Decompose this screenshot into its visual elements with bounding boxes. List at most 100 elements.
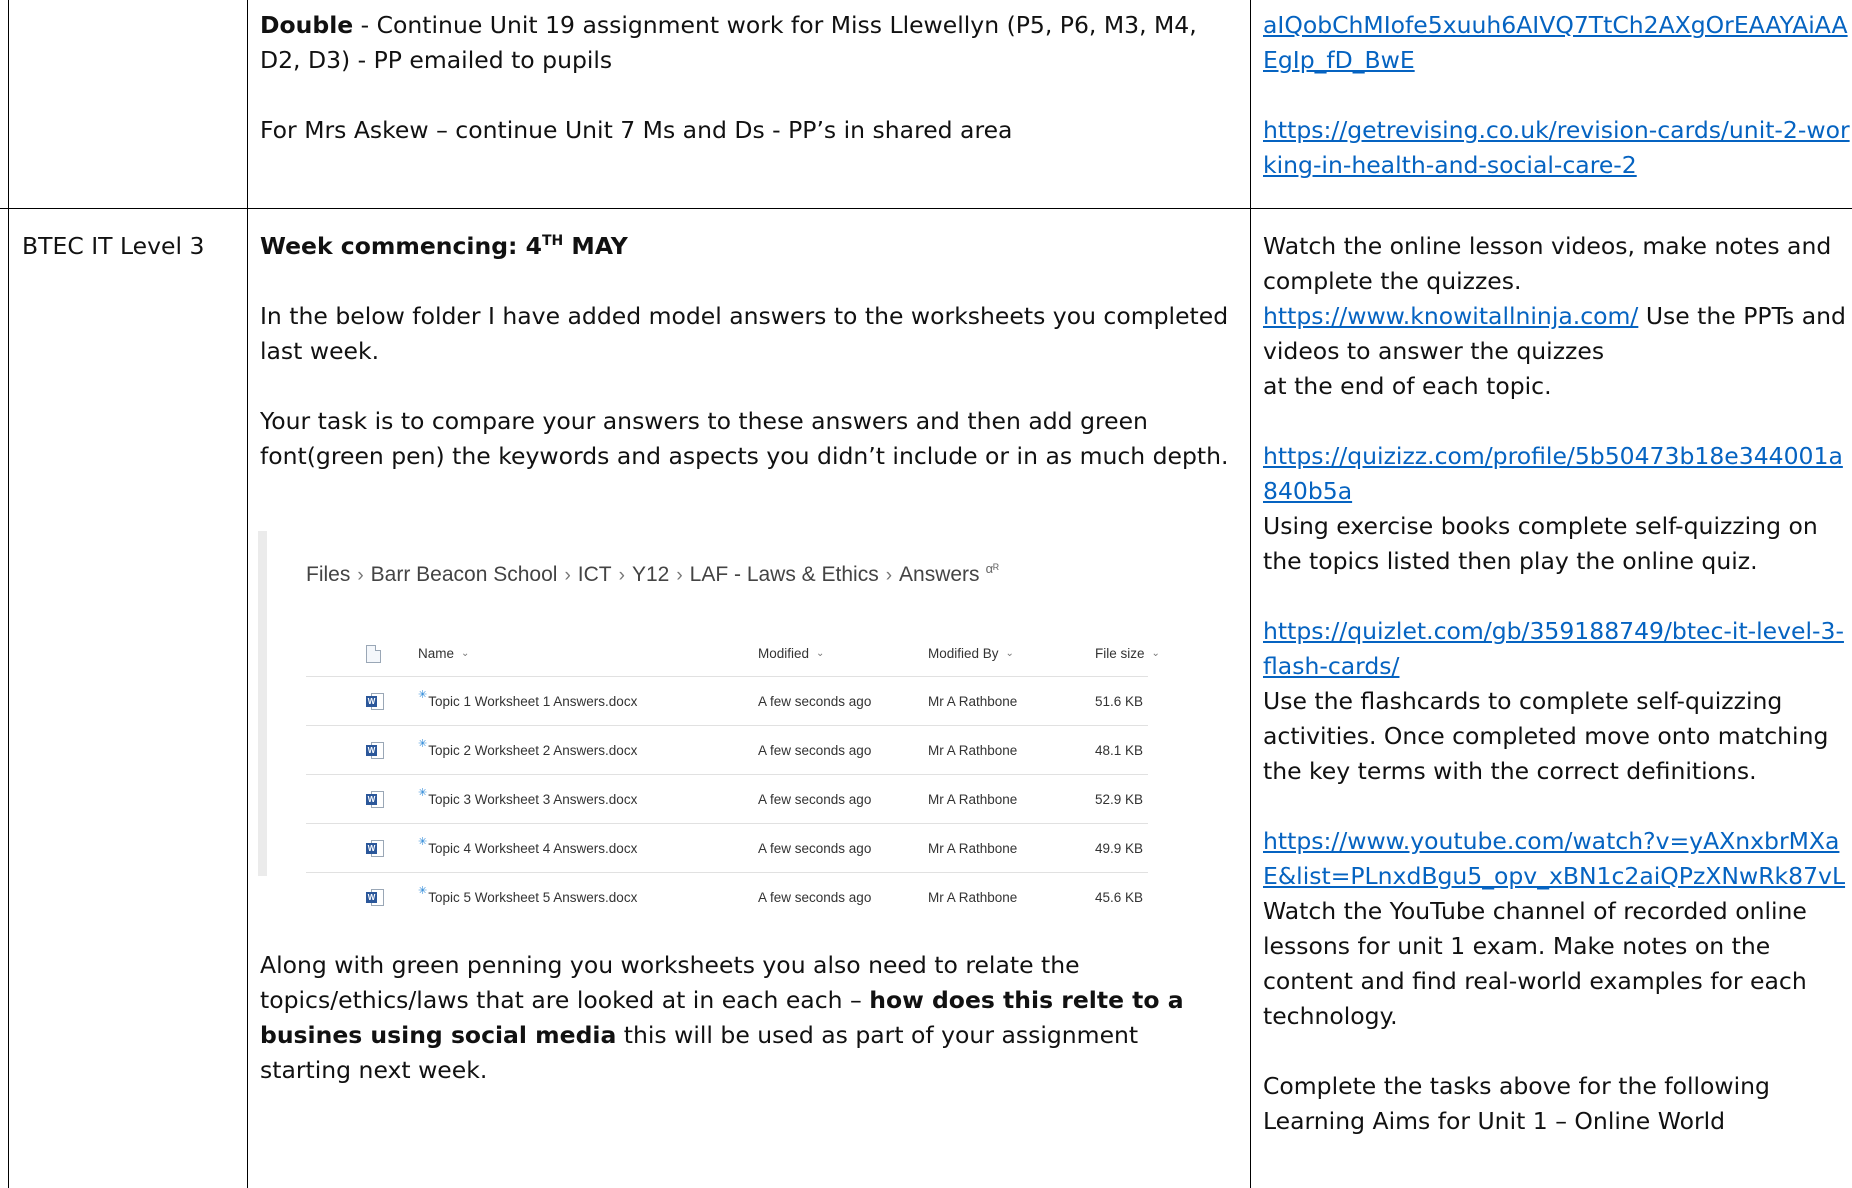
modified-column-header[interactable]: Modified ⌄ — [758, 631, 824, 676]
new-file-icon: ✳ — [418, 688, 428, 701]
file-size: 49.9 KB — [1095, 840, 1144, 856]
learning-aims-text: Complete the tasks above for the followi… — [1263, 1072, 1770, 1135]
resource-2-text: Using exercise books complete self-quizz… — [1263, 512, 1818, 575]
file-modified: A few seconds ago — [758, 889, 872, 905]
file-name-text: Topic 3 Worksheet 3 Answers.docx — [428, 791, 638, 807]
new-file-icon: ✳ — [418, 884, 428, 897]
table-row[interactable]: W ✳ Topic 3 Worksheet 3 Answers.docx A fe… — [306, 775, 1148, 824]
knowitallninja-link[interactable]: https://www.knowitallninja.com/ — [1263, 302, 1638, 330]
table-border-col2 — [1250, 0, 1251, 1188]
file-name[interactable]: ✳ Topic 2 Worksheet 2 Answers.docx — [418, 726, 637, 774]
screenshot-side-bar — [258, 531, 267, 876]
file-table: Name ⌄ Modified ⌄ Modified By ⌄ File size ⌄ … — [306, 631, 1160, 921]
row1-line1: Double - Continue Unit 19 assignment wor… — [260, 8, 1240, 43]
resource-4-text: Watch the YouTube channel of recorded on… — [1263, 897, 1807, 1030]
chevron-down-icon: ⌄ — [816, 648, 825, 659]
resource-1-intro: Watch the online lesson videos, make not… — [1263, 232, 1832, 295]
new-file-icon: ✳ — [418, 737, 428, 750]
document-icon — [366, 644, 381, 663]
getrevising-link[interactable]: https://getrevising.co.uk/revision-cards… — [1263, 116, 1850, 179]
row1-resource-link-1[interactable]: aIQobChMIofe5xuuh6AIVQ7TtCh2AXgOrEAAYAiA… — [1263, 11, 1848, 74]
file-name-text: Topic 5 Worksheet 5 Answers.docx — [428, 889, 638, 905]
file-modified-by: Mr A Rathbone — [928, 840, 1018, 856]
chevron-down-icon: ⌄ — [461, 648, 470, 659]
people-icon[interactable]: αᴿ — [986, 561, 999, 576]
social-media-paragraph: Along with green penning you worksheets … — [260, 948, 1235, 1088]
chevron-down-icon: ⌄ — [1005, 648, 1014, 659]
modified-header-label: Modified — [758, 646, 810, 661]
word-file-icon: W — [366, 824, 386, 872]
file-modified: A few seconds ago — [758, 791, 872, 807]
file-name[interactable]: ✳ Topic 3 Worksheet 3 Answers.docx — [418, 775, 637, 823]
file-listing-screenshot: Files › Barr Beacon School › ICT › Y12 › LAF - L… — [258, 531, 1198, 906]
file-name-text: Topic 4 Worksheet 4 Answers.docx — [428, 840, 638, 856]
file-modified: A few seconds ago — [758, 693, 872, 709]
word-file-icon: W — [366, 873, 386, 921]
row1-resources: aIQobChMIofe5xuuh6AIVQ7TtCh2AXgOrEAAYAiA… — [1263, 8, 1852, 183]
table-row[interactable]: W ✳ Topic 4 Worksheet 4 Answers.docx A fe… — [306, 824, 1148, 873]
file-size: 51.6 KB — [1095, 693, 1144, 709]
file-type-column-header[interactable] — [366, 631, 381, 676]
resource-2-link-line: https://quizizz.com/profile/5b50473b18e3… — [1263, 439, 1849, 509]
file-modified-by: Mr A Rathbone — [928, 889, 1018, 905]
task-paragraph: Your task is to compare your answers to … — [260, 407, 1229, 470]
resource-1: Watch the online lesson videos, make not… — [1263, 229, 1849, 404]
new-file-icon: ✳ — [418, 786, 428, 799]
chevron-right-icon: › — [618, 565, 625, 586]
chevron-down-icon: ⌄ — [1151, 648, 1160, 659]
chevron-right-icon: › — [564, 565, 571, 586]
file-name[interactable]: ✳ Topic 1 Worksheet 1 Answers.docx — [418, 677, 637, 725]
file-name[interactable]: ✳ Topic 5 Worksheet 5 Answers.docx — [418, 873, 637, 921]
table-row[interactable]: W ✳ Topic 1 Worksheet 1 Answers.docx A fe… — [306, 677, 1148, 726]
chevron-right-icon: › — [676, 565, 683, 586]
resource-3-link-line: https://quizlet.com/gb/359188749/btec-it… — [1263, 614, 1849, 684]
file-size: 48.1 KB — [1095, 742, 1144, 758]
table-border-left — [8, 0, 9, 1188]
file-name-text: Topic 2 Worksheet 2 Answers.docx — [428, 742, 638, 758]
file-name[interactable]: ✳ Topic 4 Worksheet 4 Answers.docx — [418, 824, 637, 872]
breadcrumb-files[interactable]: Files — [306, 563, 350, 586]
document-page: Double - Continue Unit 19 assignment wor… — [0, 0, 1852, 1188]
breadcrumb-answers[interactable]: Answers — [899, 563, 980, 586]
breadcrumb-y12[interactable]: Y12 — [632, 563, 669, 586]
resource-4: https://www.youtube.com/watch?v=yAXnxbrM… — [1263, 824, 1849, 1034]
file-modified-by: Mr A Rathbone — [928, 742, 1018, 758]
name-header-label: Name — [418, 646, 455, 661]
row2-description-top: Week commencing: 4TH MAY In the below fo… — [260, 229, 1235, 474]
row1-line3: For Mrs Askew – continue Unit 7 Ms and D… — [260, 116, 1013, 144]
table-row[interactable]: W ✳ Topic 2 Worksheet 2 Answers.docx A fe… — [306, 726, 1148, 775]
modified-by-header-label: Modified By — [928, 646, 999, 661]
file-size-column-header[interactable]: File size ⌄ — [1095, 631, 1160, 676]
week-commencing: Week commencing: 4TH MAY — [260, 229, 1235, 264]
breadcrumb-laf[interactable]: LAF - Laws & Ethics — [690, 563, 879, 586]
week-sup: TH — [541, 233, 564, 250]
breadcrumb-ict[interactable]: ICT — [578, 563, 612, 586]
double-label: Double — [260, 11, 354, 39]
file-modified: A few seconds ago — [758, 742, 872, 758]
week-label: Week commencing: 4 — [260, 232, 542, 260]
table-row-divider — [0, 208, 1852, 209]
name-column-header[interactable]: Name ⌄ — [418, 631, 469, 676]
file-size-header-label: File size — [1095, 646, 1145, 661]
row1-line2: D2, D3) - PP emailed to pupils — [260, 46, 613, 74]
file-table-header: Name ⌄ Modified ⌄ Modified By ⌄ File size ⌄ — [306, 631, 1160, 677]
chevron-right-icon: › — [357, 565, 364, 586]
file-size: 45.6 KB — [1095, 889, 1144, 905]
quizizz-link[interactable]: https://quizizz.com/profile/5b50473b18e3… — [1263, 442, 1843, 505]
quizlet-link[interactable]: https://quizlet.com/gb/359188749/btec-it… — [1263, 617, 1844, 680]
row1-description: Double - Continue Unit 19 assignment wor… — [260, 8, 1240, 148]
file-size: 52.9 KB — [1095, 791, 1144, 807]
word-file-icon: W — [366, 726, 386, 774]
table-row[interactable]: W ✳ Topic 5 Worksheet 5 Answers.docx A fe… — [306, 873, 1148, 921]
file-modified-by: Mr A Rathbone — [928, 791, 1018, 807]
file-modified-by: Mr A Rathbone — [928, 693, 1018, 709]
youtube-link[interactable]: https://www.youtube.com/watch?v=yAXnxbrM… — [1263, 827, 1845, 890]
week-month: MAY — [563, 232, 628, 260]
row1-line1-text: - Continue Unit 19 assignment work for M… — [353, 11, 1197, 39]
breadcrumb-school[interactable]: Barr Beacon School — [371, 563, 558, 586]
modified-by-column-header[interactable]: Modified By ⌄ — [928, 631, 1014, 676]
breadcrumb: Files › Barr Beacon School › ICT › Y12 › LAF - L… — [306, 561, 999, 587]
subject-label: BTEC IT Level 3 — [22, 232, 205, 260]
file-name-text: Topic 1 Worksheet 1 Answers.docx — [428, 693, 638, 709]
new-file-icon: ✳ — [418, 835, 428, 848]
